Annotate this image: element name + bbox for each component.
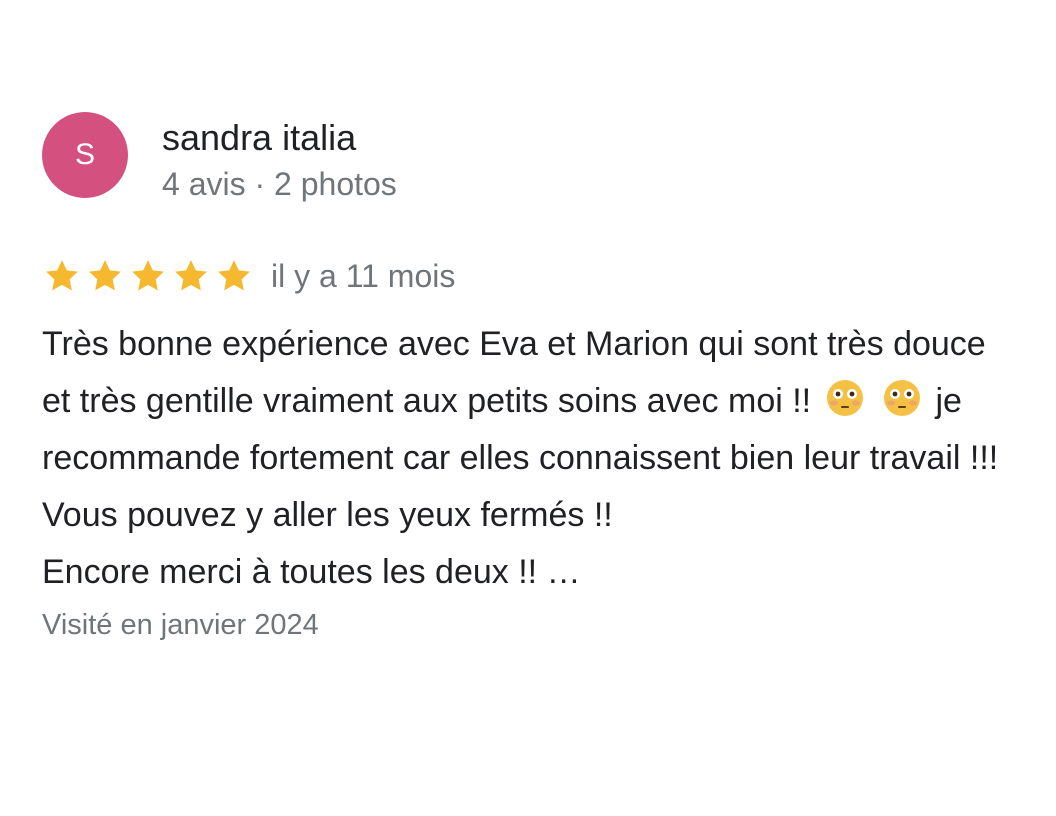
visited-date: Visité en janvier 2024 (42, 609, 319, 641)
star-icon (46, 260, 78, 291)
star-rating (42, 256, 257, 296)
review-text: Très bonne expérience avec Eva et Marion… (42, 316, 1002, 601)
star-icon (132, 260, 164, 291)
flushed-face-emoji-icon (884, 380, 921, 416)
author-name[interactable]: sandra italia (162, 116, 397, 160)
star-icon (89, 260, 121, 291)
review-card: S sandra italia 4 avis · 2 photos il y a… (42, 112, 1002, 645)
review-header: S sandra italia 4 avis · 2 photos (42, 112, 1002, 204)
review-date: il y a 11 mois (271, 258, 456, 294)
rating-row: il y a 11 mois (42, 254, 1002, 298)
flushed-face-emoji-icon (826, 380, 863, 416)
star-icon (218, 260, 250, 291)
avatar[interactable]: S (42, 112, 128, 198)
author-info: sandra italia 4 avis · 2 photos (162, 116, 397, 204)
avatar-initial: S (74, 138, 95, 171)
star-icon (175, 260, 207, 291)
author-meta: 4 avis · 2 photos (162, 166, 397, 202)
review-text-more[interactable]: Encore merci à toutes les deux !! … (42, 553, 581, 591)
